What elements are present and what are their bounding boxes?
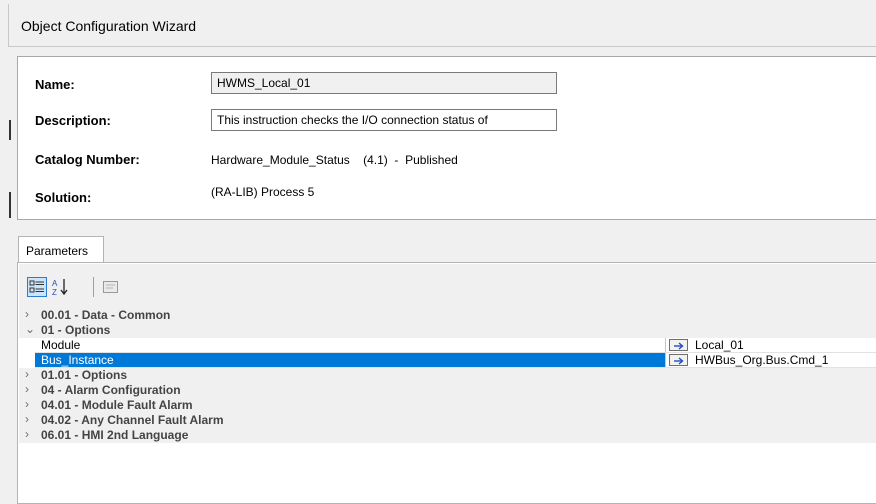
name-field[interactable]: HWMS_Local_01 (211, 72, 557, 94)
property-grid-toolbar: A Z (19, 264, 876, 308)
category-label: 01 - Options (41, 323, 111, 337)
name-label: Name: (35, 77, 75, 92)
categorized-view-button[interactable] (27, 277, 47, 297)
description-field[interactable]: This instruction checks the I/O connecti… (211, 109, 557, 131)
category-row[interactable]: › 04 - Alarm Configuration (19, 382, 876, 398)
tab-parameters[interactable]: Parameters (18, 236, 104, 263)
category-row[interactable]: › 06.01 - HMI 2nd Language (19, 427, 876, 443)
wizard-title-bar: Object Configuration Wizard (8, 4, 876, 46)
chevron-right-icon[interactable]: › (25, 367, 37, 381)
property-pages-button[interactable] (101, 277, 121, 297)
column-divider (665, 338, 666, 353)
svg-text:A: A (52, 279, 58, 288)
property-row[interactable]: Bus_Instance HWBus_Org.Bus.Cmd_1 (19, 353, 876, 368)
solution-value: (RA-LIB) Process 5 (211, 185, 315, 199)
category-row[interactable]: › 04.01 - Module Fault Alarm (19, 397, 876, 413)
category-label: 04.02 - Any Channel Fault Alarm (41, 413, 224, 427)
description-label: Description: (35, 113, 111, 128)
catalog-number-value: Hardware_Module_Status (4.1) - Published (211, 153, 458, 167)
title-divider (8, 46, 876, 47)
chevron-down-icon[interactable]: ⌄ (25, 322, 37, 336)
parameters-panel: A Z › 00.01 - Data - Common ⌄ 01 - Optio… (17, 262, 876, 504)
tag-link-button[interactable] (669, 339, 688, 351)
category-label: 00.01 - Data - Common (41, 308, 171, 322)
category-row[interactable]: ⌄ 01 - Options (19, 322, 876, 338)
solution-label: Solution: (35, 190, 92, 205)
link-arrow-icon (674, 357, 684, 365)
wizard-title: Object Configuration Wizard (21, 18, 197, 34)
property-row[interactable]: Module Local_01 (19, 338, 876, 353)
alphabetical-sort-button[interactable]: A Z (51, 277, 71, 297)
property-pages-icon (103, 281, 118, 293)
property-value[interactable]: HWBus_Org.Bus.Cmd_1 (695, 353, 828, 368)
chevron-right-icon[interactable]: › (25, 412, 37, 426)
object-info-panel: Name: HWMS_Local_01 Description: This in… (17, 56, 876, 220)
categorized-view-icon (29, 280, 44, 293)
tag-link-button[interactable] (669, 354, 688, 366)
category-row[interactable]: › 04.02 - Any Channel Fault Alarm (19, 412, 876, 428)
column-divider (665, 353, 666, 368)
left-edge-mark (9, 120, 11, 140)
category-row[interactable]: › 01.01 - Options (19, 367, 876, 383)
chevron-right-icon[interactable]: › (25, 382, 37, 396)
category-label: 06.01 - HMI 2nd Language (41, 428, 189, 442)
chevron-right-icon[interactable]: › (25, 307, 37, 321)
toolbar-separator (93, 277, 94, 297)
property-name[interactable]: Module (35, 338, 665, 353)
catalog-number-label: Catalog Number: (35, 152, 140, 167)
chevron-right-icon[interactable]: › (25, 427, 37, 441)
property-name[interactable]: Bus_Instance (35, 353, 665, 368)
left-edge-mark (9, 192, 11, 218)
svg-text:Z: Z (52, 288, 57, 297)
category-row[interactable]: › 00.01 - Data - Common (19, 307, 876, 323)
category-label: 01.01 - Options (41, 368, 128, 382)
category-label: 04 - Alarm Configuration (41, 383, 181, 397)
sort-alphabetical-icon: A Z (52, 279, 68, 297)
chevron-right-icon[interactable]: › (25, 397, 37, 411)
property-grid: › 00.01 - Data - Common ⌄ 01 - Options M… (19, 307, 876, 443)
category-label: 04.01 - Module Fault Alarm (41, 398, 193, 412)
link-arrow-icon (674, 342, 684, 350)
property-value[interactable]: Local_01 (695, 338, 744, 353)
